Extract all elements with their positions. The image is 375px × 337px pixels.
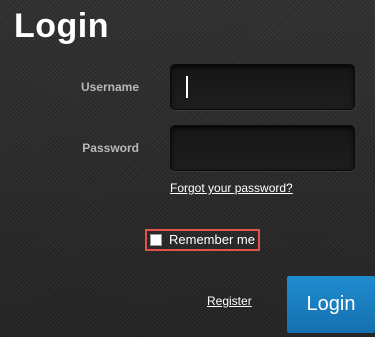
register-link[interactable]: Register bbox=[207, 294, 252, 308]
remember-me-checkbox[interactable] bbox=[150, 234, 162, 246]
password-input[interactable] bbox=[170, 125, 355, 171]
text-caret bbox=[186, 76, 188, 98]
username-label: Username bbox=[80, 80, 139, 94]
forgot-password-link[interactable]: Forgot your password? bbox=[170, 181, 293, 195]
remember-me-label[interactable]: Remember me bbox=[169, 232, 255, 247]
password-label: Password bbox=[82, 141, 139, 155]
page-title: Login bbox=[14, 7, 110, 45]
login-button[interactable]: Login bbox=[287, 276, 375, 333]
username-input[interactable] bbox=[170, 64, 355, 110]
